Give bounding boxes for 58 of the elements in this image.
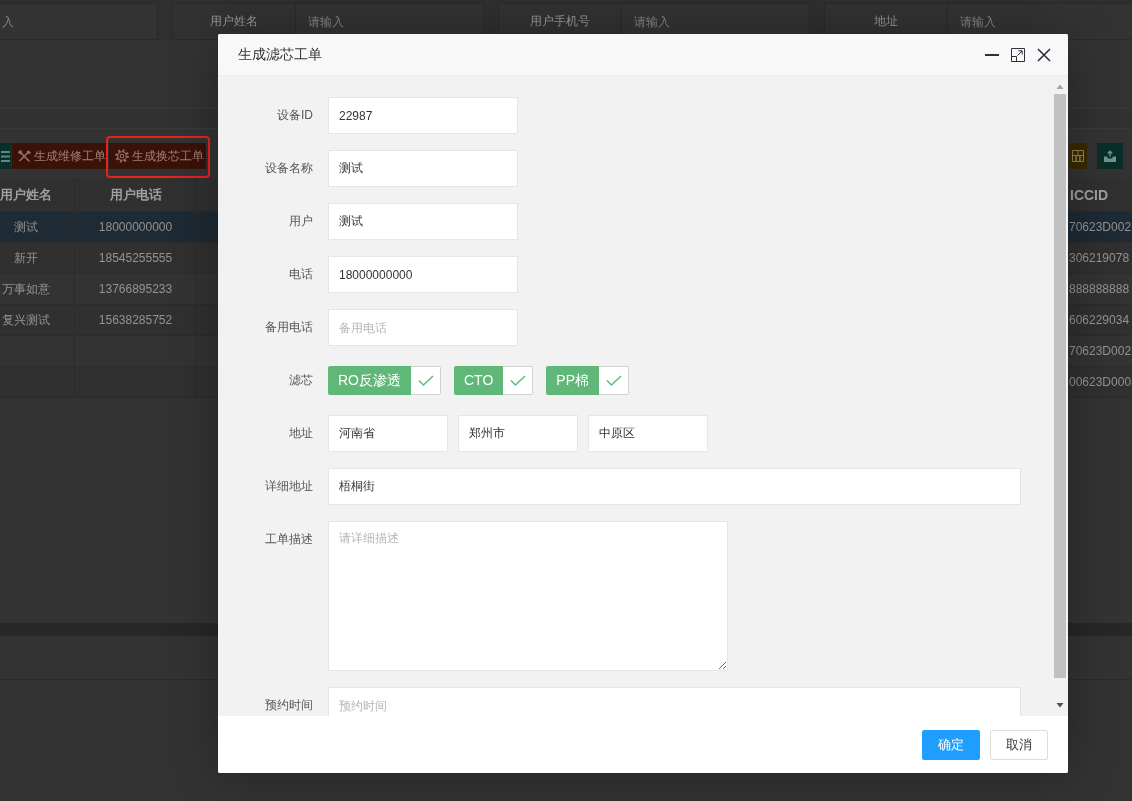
input-field[interactable]: 备用电话 <box>328 309 518 346</box>
input-field[interactable]: 中原区 <box>588 415 708 452</box>
dialog-title: 生成滤芯工单 <box>238 45 322 64</box>
list-icon <box>1 150 10 162</box>
input-field[interactable]: 河南省 <box>328 415 448 452</box>
input-field[interactable]: 测试 <box>328 203 518 240</box>
column-header: 用户电话 <box>75 178 197 211</box>
check-icon <box>509 375 526 386</box>
grid-icon <box>1072 150 1084 162</box>
cancel-button[interactable]: 取消 <box>990 729 1048 760</box>
column-header: 用户姓名 <box>0 178 75 211</box>
input-field[interactable]: 22987 <box>328 97 518 134</box>
maximize-icon[interactable] <box>1011 47 1025 62</box>
table-cell-text: 00623D000 <box>1068 374 1132 391</box>
field-label: 地址 <box>288 425 313 442</box>
field-label: 详细地址 <box>264 478 313 495</box>
input-field[interactable]: 测试 <box>328 150 518 187</box>
table-cell: 15638285752 <box>75 305 197 335</box>
input-field[interactable]: 18000000000 <box>328 256 518 293</box>
field-label: 工单描述 <box>264 531 313 548</box>
table-cell: 新开 <box>0 243 75 273</box>
table-cell-text: 70623D002 <box>1068 343 1132 360</box>
text-area[interactable]: 请详细描述 <box>328 521 728 671</box>
table-cell: 测试 <box>0 212 75 242</box>
table-cell: 18545255555 <box>75 243 197 273</box>
list-button[interactable] <box>0 143 11 169</box>
field-label: 设备ID <box>276 107 313 124</box>
input-field[interactable]: 郑州市 <box>458 415 578 452</box>
check-icon <box>605 375 622 386</box>
table-cell: 万事如意 <box>0 274 75 304</box>
table-cell: 13766895233 <box>75 274 197 304</box>
search-field[interactable]: 入 <box>0 3 158 40</box>
filter-order-button[interactable]: 生成换芯工单 <box>109 143 206 169</box>
field-label: 用户 <box>288 213 313 230</box>
gear-icon <box>115 149 129 163</box>
input-field[interactable]: 预约时间 <box>328 687 1021 716</box>
input-field[interactable]: 梧桐街 <box>328 468 1021 505</box>
minimize-icon[interactable] <box>985 53 999 56</box>
table-cell-text: 306219078 <box>1068 250 1131 267</box>
repair-order-button[interactable]: 生成维修工单 <box>12 143 108 169</box>
check-icon <box>417 375 434 386</box>
table-cell: 复兴测试 <box>0 305 75 335</box>
field-label: 电话 <box>288 266 313 283</box>
table-cell-text: 606229034 <box>1068 312 1131 329</box>
field-label: 滤芯 <box>288 372 313 389</box>
tools-icon <box>18 149 31 163</box>
columns-button[interactable] <box>1069 143 1087 169</box>
field-label: 设备名称 <box>264 160 313 177</box>
export-button[interactable] <box>1097 143 1123 169</box>
field-label: 预约时间 <box>264 697 313 714</box>
field-label: 备用电话 <box>264 319 313 336</box>
export-icon <box>1104 150 1116 162</box>
close-icon[interactable] <box>1037 47 1051 62</box>
column-header: ICCID <box>1069 185 1110 205</box>
table-cell: 18000000000 <box>75 212 197 242</box>
table-cell-text: 888888888 <box>1068 281 1131 298</box>
field-label: 用户姓名 <box>172 3 296 40</box>
table-cell-text: 70623D002 <box>1068 219 1132 236</box>
